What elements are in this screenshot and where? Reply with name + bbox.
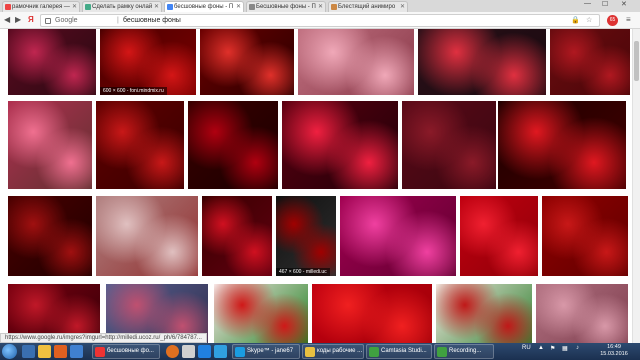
firefox-icon[interactable] [166,345,179,358]
network-icon[interactable]: ▦ [562,345,568,352]
image-thumb[interactable] [340,196,456,276]
start-button[interactable] [2,344,17,359]
tab-5[interactable]: Блестящий анимиро ✕ [328,1,408,12]
minimize-button[interactable]: — [584,0,591,7]
image-caption: 467 × 600 - milledi.uc [276,268,330,276]
close-icon[interactable]: ✕ [318,2,323,12]
tab-4[interactable]: Бесшовные фоны - П ✕ [246,1,326,12]
address-site: Google [55,17,78,24]
scrollbar-thumb[interactable] [634,41,639,81]
image-thumb[interactable] [96,101,184,189]
address-separator: | [117,17,119,24]
status-url: https://www.google.ru/imgres?imgurl=http… [0,333,207,343]
image-thumb[interactable]: 467 × 600 - milledi.uc [276,196,336,276]
clock-date: 15.03.2016 [600,351,628,357]
volume-icon[interactable]: ♪ [576,345,579,351]
image-results-grid: 600 × 600 - fonі.mindmix.ru 467 × 600 - … [0,29,632,343]
lock-icon [45,18,51,24]
back-icon[interactable]: ◀ [4,15,10,24]
camtasia-icon [369,347,379,357]
image-thumb[interactable] [214,284,308,343]
tab-1[interactable]: рамочник галерея — ✕ [2,1,80,12]
forward-icon[interactable]: ▶ [15,15,21,24]
image-thumb[interactable] [536,284,628,343]
yandex-browser-icon [95,347,105,357]
task-label: Skype™ - jane67 [247,348,294,354]
recording-icon [437,347,447,357]
address-query[interactable]: бесшовные фоны [123,17,181,24]
image-thumb[interactable] [542,196,628,276]
yandex-icon[interactable]: Я [28,15,34,24]
profile-badge[interactable]: 65 [607,15,618,26]
skype-icon [235,347,245,357]
image-thumb[interactable] [8,101,92,189]
menu-icon[interactable]: ≡ [626,15,631,24]
tab-favicon [249,4,255,10]
image-thumb[interactable] [312,284,432,343]
close-icon[interactable]: ✕ [72,2,77,12]
program-icon[interactable] [182,345,195,358]
skype-icon[interactable] [214,345,227,358]
image-caption: 600 × 600 - fonі.mindmix.ru [100,87,167,95]
lock-icon[interactable]: 🔒 [571,16,580,24]
tab-label: Блестящий анимиро [338,4,396,10]
image-thumb[interactable]: 600 × 600 - fonі.mindmix.ru [100,29,196,95]
taskbar-task[interactable]: коды рабочие ... [302,344,364,359]
ie-icon[interactable] [70,345,83,358]
image-thumb[interactable] [202,196,272,276]
image-thumb[interactable] [96,196,198,276]
google-icon [167,4,173,10]
image-thumb[interactable] [8,29,96,95]
clock-time: 16:49 [607,344,621,350]
task-label: Camtasia Studi... [381,348,427,354]
image-thumb[interactable] [436,284,532,343]
star-icon[interactable]: ☆ [586,16,592,24]
tab-label: бесшовные фоны - П [174,4,234,10]
folder-icon[interactable] [38,345,51,358]
taskbar-task[interactable]: Skype™ - jane67 [232,344,300,359]
image-thumb[interactable] [8,196,92,276]
taskbar-task[interactable]: бесшовные фо... [92,344,160,359]
tab-favicon [331,4,337,10]
explorer-icon[interactable] [22,345,35,358]
address-bar[interactable]: Google | бесшовные фоны 🔒 ☆ [40,14,600,27]
windows-taskbar: бесшовные фо... Skype™ - jane67 коды раб… [0,343,640,360]
tab-2[interactable]: Сделать рамку онлай ✕ [82,1,162,12]
tab-favicon [85,4,91,10]
image-thumb[interactable] [188,101,278,189]
image-thumb[interactable] [460,196,538,276]
close-icon[interactable]: ✕ [400,2,405,12]
tab-strip: рамочник галерея — ✕ Сделать рамку онлай… [0,0,640,12]
tab-label: рамочник галерея — [12,4,70,10]
image-thumb[interactable] [550,29,630,95]
toolbar: ◀ ▶ Я Google | бесшовные фоны 🔒 ☆ 65 ≡ [0,12,640,29]
language-indicator[interactable]: RU [522,345,531,351]
tab-label: Сделать рамку онлай [92,4,153,10]
image-thumb[interactable] [200,29,294,95]
close-icon[interactable]: ✕ [154,2,159,12]
tab-label: Бесшовные фоны - П [256,4,316,10]
task-label: бесшовные фо... [107,348,154,354]
media-icon[interactable] [54,345,67,358]
notepad-icon [305,347,315,357]
image-thumb[interactable] [298,29,414,95]
maximize-button[interactable]: ☐ [602,0,608,8]
tab-favicon [5,4,11,10]
system-clock[interactable]: 16:49 15.03.2016 [597,344,631,358]
flag-icon[interactable]: ⚑ [550,345,555,352]
taskbar-task[interactable]: Recording... [434,344,494,359]
task-label: коды рабочие ... [317,348,363,354]
image-thumb[interactable] [402,101,496,189]
close-window-button[interactable]: ✕ [621,0,627,8]
image-thumb[interactable] [498,101,626,189]
tray-arrow-icon[interactable]: ▲ [538,345,544,351]
scrollbar[interactable] [632,29,640,343]
word-icon[interactable] [198,345,211,358]
image-thumb[interactable] [282,101,398,189]
close-icon[interactable]: ✕ [236,2,241,12]
image-thumb[interactable] [418,29,546,95]
tab-3-active[interactable]: бесшовные фоны - П ✕ [164,1,244,12]
taskbar-task[interactable]: Camtasia Studi... [366,344,432,359]
task-label: Recording... [449,348,482,354]
